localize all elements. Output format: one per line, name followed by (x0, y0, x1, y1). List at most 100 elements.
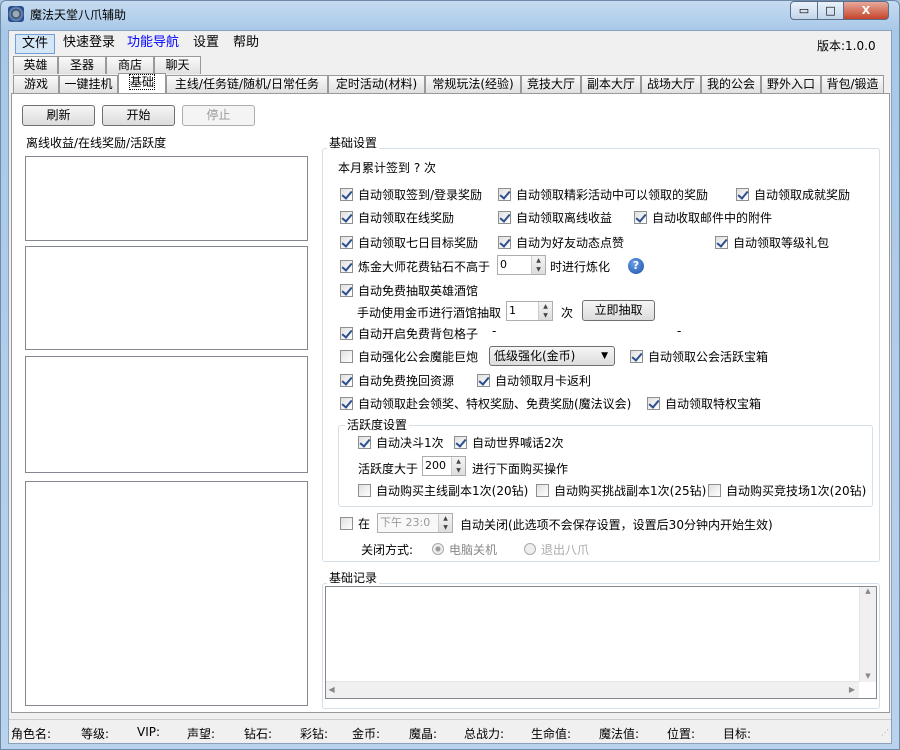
tab-row2-4[interactable]: 定时活动(材料) (328, 75, 425, 93)
refresh-button[interactable]: 刷新 (22, 105, 95, 126)
checkbox-box[interactable] (498, 210, 511, 224)
spinner-arrows[interactable]: ▲ ▼ (451, 457, 465, 475)
option-checkbox[interactable]: 自动领取赴会领奖、特权奖励、免费奖励(魔法议会) (340, 395, 631, 411)
option-checkbox[interactable]: 自动领取等级礼包 (715, 234, 829, 250)
option-checkbox[interactable]: 自动领取离线收益 (498, 209, 612, 225)
log-textarea[interactable]: ▲ ▼ ◀ ▶ (325, 586, 877, 699)
checkbox-box[interactable] (634, 210, 647, 224)
close-button[interactable]: X (843, 1, 889, 20)
checkbox-box[interactable] (647, 396, 660, 410)
tab-row1-1[interactable]: 圣器 (58, 56, 106, 74)
option-checkbox[interactable]: 自动为好友动态点赞 (498, 234, 624, 250)
option-checkbox[interactable]: 自动收取邮件中的附件 (634, 209, 772, 225)
resize-grip-icon[interactable]: ⋰ (881, 728, 889, 737)
radio-button[interactable] (432, 543, 444, 555)
checkbox-box[interactable] (358, 483, 371, 497)
radio-exit-app[interactable]: 退出八爪 (524, 541, 589, 557)
menu-settings[interactable]: 设置 (187, 34, 225, 54)
minimize-button[interactable]: ▭ (790, 1, 818, 20)
manual-draw-spinner[interactable]: 1 ▲ ▼ (506, 301, 553, 321)
tab-row2-8[interactable]: 战场大厅 (641, 75, 701, 93)
option-checkbox[interactable]: 自动开启免费背包格子 (340, 325, 478, 341)
activity-checkbox[interactable]: 自动决斗1次 (358, 434, 444, 450)
checkbox-box[interactable] (736, 187, 749, 201)
tab-row1-2[interactable]: 商店 (106, 56, 154, 74)
checkbox-box[interactable] (340, 187, 353, 201)
activity-checkbox[interactable]: 自动购买挑战副本1次(25钻) (536, 482, 706, 498)
tab-row1-3[interactable]: 聊天 (154, 56, 201, 74)
option-checkbox[interactable]: 自动免费挽回资源 (340, 372, 454, 388)
tab-row2-7[interactable]: 副本大厅 (581, 75, 641, 93)
stop-button[interactable]: 停止 (182, 105, 255, 126)
cannon-mode-select[interactable]: 低级强化(金币) ▼ (489, 346, 615, 366)
option-checkbox[interactable]: 自动免费抽取英雄酒馆 (340, 282, 478, 298)
tab-row2-2[interactable]: 基础 (118, 73, 166, 93)
tab-row2-6[interactable]: 竞技大厅 (521, 75, 581, 93)
checkbox-box[interactable] (498, 187, 511, 201)
option-checkbox[interactable]: 炼金大师花费钻石不高于 (340, 258, 490, 274)
tab-row2-10[interactable]: 野外入口 (761, 75, 821, 93)
activity-threshold-spinner[interactable]: 200 ▲ ▼ (422, 456, 466, 476)
tab-row2-11[interactable]: 背包/锻造 (821, 75, 884, 93)
tab-row2-9[interactable]: 我的公会 (701, 75, 761, 93)
option-checkbox[interactable]: 自动领取成就奖励 (736, 186, 850, 202)
checkbox-box[interactable] (498, 235, 511, 249)
checkbox-box[interactable] (340, 210, 353, 224)
checkbox-label: 自动领取七日目标奖励 (358, 235, 479, 250)
checkbox-box[interactable] (708, 483, 721, 497)
manual-draw-label: 手动使用金币进行酒馆抽取 (357, 306, 502, 320)
tab-row1-0[interactable]: 英雄 (13, 56, 58, 74)
activity-checkbox[interactable]: 自动购买竞技场1次(20钻) (708, 482, 866, 498)
tab-row2-5[interactable]: 常规玩法(经验) (425, 75, 521, 93)
help-icon[interactable]: ? (628, 258, 644, 274)
maximize-button[interactable]: □ (817, 1, 844, 20)
activity-checkbox[interactable]: 自动世界喊话2次 (454, 434, 564, 450)
tab-row2-0[interactable]: 游戏 (13, 75, 59, 93)
checkbox-box[interactable] (358, 435, 371, 449)
option-checkbox[interactable]: 自动强化公会魔能巨炮 (340, 348, 478, 364)
checkbox-box[interactable] (630, 349, 643, 363)
activity-checkbox[interactable]: 自动购买主线副本1次(20钻) (358, 482, 528, 498)
spinner-arrows[interactable]: ▲ ▼ (438, 514, 452, 532)
option-checkbox[interactable]: 自动领取签到/登录奖励 (340, 186, 482, 202)
menu-file[interactable]: 文件 (15, 34, 56, 54)
offline-income-list[interactable] (25, 156, 308, 241)
online-reward-list[interactable] (25, 246, 308, 350)
menu-help[interactable]: 帮助 (227, 34, 265, 54)
spinner-arrows[interactable]: ▲ ▼ (538, 302, 552, 320)
checkbox-box[interactable] (715, 235, 728, 249)
option-checkbox[interactable]: 自动领取公会活跃宝箱 (630, 348, 768, 364)
menu-quick-login[interactable]: 快速登录 (57, 34, 121, 54)
checkbox-box[interactable] (340, 326, 353, 340)
option-checkbox[interactable]: 自动领取在线奖励 (340, 209, 454, 225)
vertical-scrollbar[interactable]: ▲ ▼ (859, 587, 876, 682)
checkbox-box[interactable] (340, 283, 353, 297)
checkbox-box[interactable] (340, 235, 353, 249)
activity-list[interactable] (25, 356, 308, 473)
option-checkbox[interactable]: 自动领取七日目标奖励 (340, 234, 478, 250)
checkbox-box[interactable] (340, 396, 353, 410)
shutdown-checkbox[interactable]: 在 (340, 515, 370, 531)
spinner-arrows[interactable]: ▲ ▼ (531, 256, 545, 274)
alchemy-diamond-spinner[interactable]: 0 ▲ ▼ (497, 255, 546, 275)
checkbox-box[interactable] (536, 483, 549, 497)
checkbox-box[interactable] (340, 373, 353, 387)
info-list[interactable] (25, 481, 308, 706)
radio-shutdown-pc[interactable]: 电脑关机 (432, 541, 497, 557)
draw-now-button[interactable]: 立即抽取 (582, 300, 655, 321)
option-checkbox[interactable]: 自动领取特权宝箱 (647, 395, 761, 411)
checkbox-box[interactable] (340, 349, 353, 363)
option-checkbox[interactable]: 自动领取精彩活动中可以领取的奖励 (498, 186, 708, 202)
checkbox-box[interactable] (477, 373, 490, 387)
start-button[interactable]: 开始 (102, 105, 175, 126)
option-checkbox[interactable]: 自动领取月卡返利 (477, 372, 591, 388)
menu-feature-nav[interactable]: 功能导航 (121, 34, 185, 54)
radio-button[interactable] (524, 543, 536, 555)
checkbox-box[interactable] (340, 259, 353, 273)
shutdown-time-input[interactable]: 下午 23:0 ▲ ▼ (377, 513, 453, 533)
tab-row2-1[interactable]: 一键挂机 (59, 75, 118, 93)
horizontal-scrollbar[interactable]: ◀ ▶ (326, 681, 859, 698)
tab-row2-3[interactable]: 主线/任务链/随机/日常任务 (166, 75, 328, 93)
checkbox-box[interactable] (454, 435, 467, 449)
checkbox-box[interactable] (340, 516, 353, 530)
